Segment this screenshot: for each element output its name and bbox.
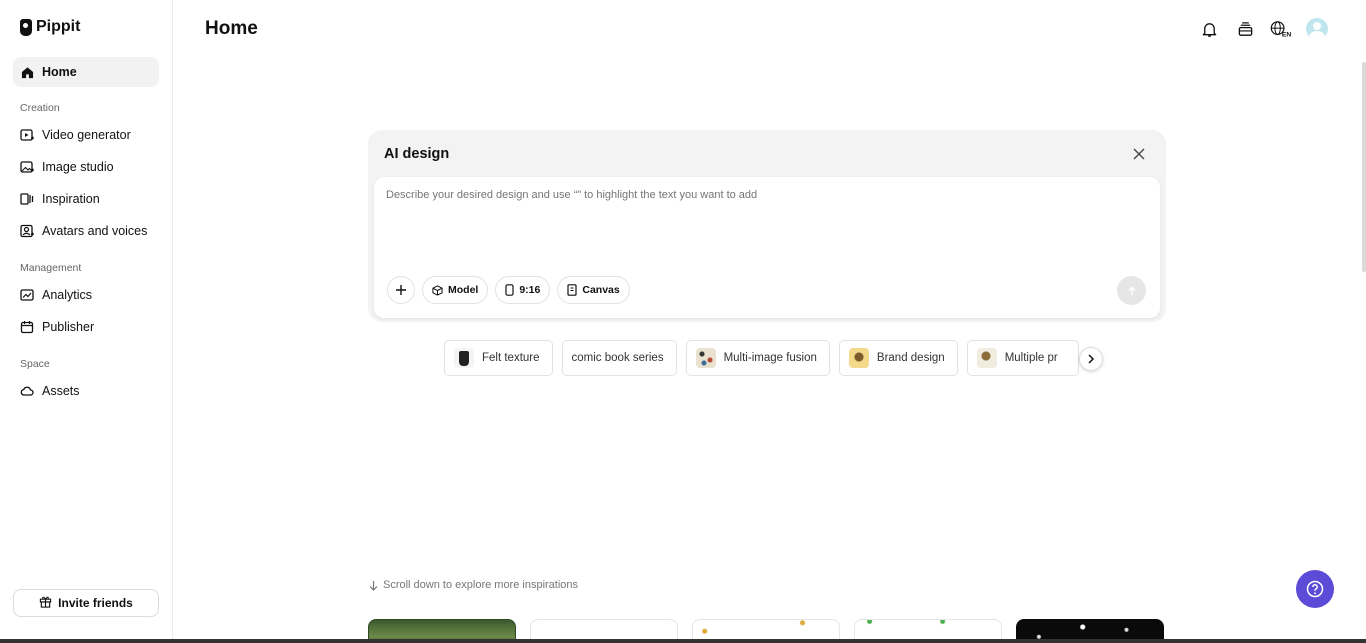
ai-design-title: AI design bbox=[384, 146, 450, 162]
chip-multiple-products[interactable]: Multiple pr bbox=[966, 340, 1079, 376]
chip-thumbnail bbox=[695, 348, 716, 368]
calendar-icon bbox=[20, 320, 34, 334]
chip-comic-book-series[interactable]: comic book series bbox=[561, 340, 677, 376]
chip-multi-image-fusion[interactable]: Multi-image fusion bbox=[685, 340, 830, 376]
sidebar-item-home[interactable]: Home bbox=[13, 57, 159, 87]
stack-icon[interactable] bbox=[1234, 18, 1256, 40]
model-label: Model bbox=[448, 284, 479, 296]
chip-label: Brand design bbox=[876, 352, 945, 364]
chip-label: Multi-image fusion bbox=[723, 352, 817, 364]
add-attachment-button[interactable] bbox=[387, 276, 415, 304]
canvas-button[interactable]: Canvas bbox=[557, 276, 630, 304]
invite-friends-label: Invite friends bbox=[58, 596, 133, 610]
scroll-hint-text: Scroll down to explore more inspirations bbox=[383, 579, 579, 591]
close-icon[interactable] bbox=[1132, 147, 1148, 163]
cloud-icon bbox=[20, 384, 34, 398]
sidebar-item-label: Home bbox=[42, 65, 77, 79]
invite-friends-button[interactable]: Invite friends bbox=[13, 589, 159, 617]
sidebar-item-avatars-and-voices[interactable]: Avatars and voices bbox=[13, 216, 159, 246]
arrow-up-icon bbox=[1128, 286, 1135, 295]
arrow-down-icon bbox=[369, 580, 378, 591]
gift-icon bbox=[39, 595, 52, 611]
sidebar-item-inspiration[interactable]: Inspiration bbox=[13, 184, 159, 214]
model-button[interactable]: Model bbox=[422, 276, 489, 304]
page-scrollbar[interactable] bbox=[1362, 62, 1366, 272]
inspiration-icon bbox=[20, 192, 34, 206]
sidebar-item-video-generator[interactable]: Video generator bbox=[13, 120, 159, 150]
app-root: Pippit Home Creation Video generator Ima… bbox=[0, 0, 1366, 643]
chip-felt-texture[interactable]: Felt texture bbox=[444, 340, 553, 376]
section-label-management: Management bbox=[20, 262, 82, 274]
section-label-space: Space bbox=[20, 358, 50, 370]
send-button[interactable] bbox=[1117, 276, 1146, 305]
sidebar-item-label: Video generator bbox=[42, 128, 131, 142]
sidebar-item-label: Assets bbox=[42, 384, 80, 398]
scroll-hint: Scroll down to explore more inspirations bbox=[369, 579, 578, 591]
suggestion-chips: Felt texture comic book series Multi-ima… bbox=[444, 340, 1079, 376]
aspect-ratio-button[interactable]: 9:16 bbox=[495, 276, 551, 304]
sidebar-item-label: Image studio bbox=[42, 160, 114, 174]
header-actions: EN bbox=[1198, 18, 1328, 40]
chip-label: Multiple pr bbox=[1004, 352, 1058, 364]
brand-name: Pippit bbox=[36, 18, 81, 35]
sidebar: Pippit Home Creation Video generator Ima… bbox=[0, 0, 173, 643]
chip-label: Felt texture bbox=[482, 352, 540, 364]
help-button[interactable] bbox=[1296, 570, 1334, 608]
sidebar-item-label: Avatars and voices bbox=[42, 224, 148, 238]
sidebar-item-assets[interactable]: Assets bbox=[13, 376, 159, 406]
phone-ratio-icon bbox=[505, 284, 514, 296]
home-icon bbox=[20, 65, 34, 79]
sidebar-item-analytics[interactable]: Analytics bbox=[13, 280, 159, 310]
svg-text:EN: EN bbox=[1282, 32, 1292, 39]
sidebar-item-publisher[interactable]: Publisher bbox=[13, 312, 159, 342]
sidebar-item-image-studio[interactable]: Image studio bbox=[13, 152, 159, 182]
chart-icon bbox=[20, 288, 34, 302]
chevron-right-icon bbox=[1088, 354, 1095, 364]
ai-design-panel: AI design Model 9:16 Canv bbox=[368, 130, 1166, 322]
cube-icon bbox=[432, 284, 443, 296]
design-prompt-input[interactable] bbox=[386, 189, 1146, 201]
sidebar-item-label: Analytics bbox=[42, 288, 93, 302]
image-plus-icon bbox=[20, 160, 34, 174]
chip-brand-design[interactable]: Brand design bbox=[838, 340, 958, 376]
video-plus-icon bbox=[20, 128, 34, 142]
aspect-ratio-label: 9:16 bbox=[519, 284, 541, 296]
bell-icon[interactable] bbox=[1198, 18, 1220, 40]
canvas-label: Canvas bbox=[582, 284, 620, 296]
prompt-toolbar: Model 9:16 Canvas bbox=[387, 276, 630, 304]
sidebar-item-label: Publisher bbox=[42, 320, 95, 334]
avatar[interactable] bbox=[1306, 18, 1328, 40]
canvas-icon bbox=[567, 284, 577, 296]
globe-language-icon[interactable]: EN bbox=[1270, 18, 1292, 40]
chip-label: comic book series bbox=[571, 352, 664, 364]
chips-next-button[interactable] bbox=[1079, 347, 1103, 371]
brand-logo[interactable]: Pippit bbox=[20, 18, 80, 36]
section-label-creation: Creation bbox=[20, 102, 60, 114]
sidebar-item-label: Inspiration bbox=[42, 192, 100, 206]
chip-thumbnail bbox=[976, 348, 997, 368]
prompt-box: Model 9:16 Canvas bbox=[374, 177, 1160, 318]
chip-thumbnail bbox=[848, 348, 869, 368]
pippit-logo-icon bbox=[20, 18, 32, 36]
page-title: Home bbox=[205, 18, 258, 39]
avatar-icon bbox=[20, 224, 34, 238]
plus-icon bbox=[396, 285, 406, 295]
question-icon bbox=[1306, 580, 1324, 598]
bottom-edge-bar bbox=[0, 639, 1366, 643]
chip-thumbnail bbox=[454, 348, 474, 368]
